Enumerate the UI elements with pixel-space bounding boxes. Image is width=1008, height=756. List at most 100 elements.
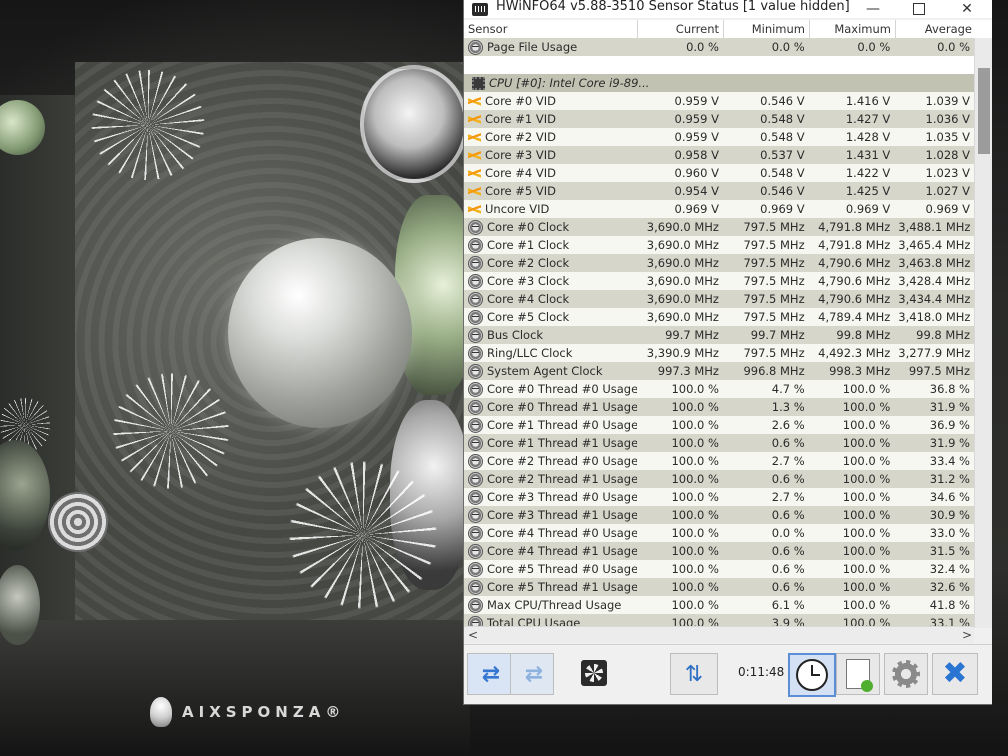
gauge-icon (468, 543, 483, 559)
sensor-average-value: 3,277.9 MHz (898, 346, 971, 360)
gauge-icon (468, 561, 483, 577)
sensor-maximum-value: 100.0 % (842, 508, 891, 522)
sensor-average-value: 31.9 % (929, 400, 970, 414)
close-sensors-button[interactable]: ✖ (932, 653, 978, 695)
sensor-minimum-value: 0.548 V (760, 166, 805, 180)
column-header-minimum[interactable]: Minimum (724, 20, 810, 38)
table-row[interactable]: Core #4 Clock 3,690.0 MHz 797.5 MHz 4,790.6… (464, 290, 974, 308)
sensor-current-value: 0.960 V (674, 166, 719, 180)
scroll-left-arrow-icon[interactable]: < (464, 628, 478, 642)
maximize-button[interactable] (896, 0, 942, 18)
horizontal-scrollbar[interactable]: < > (464, 626, 974, 643)
sensor-current-value: 100.0 % (671, 544, 719, 558)
sensor-maximum-value: 1.431 V (845, 148, 891, 162)
sensor-maximum-value: 100.0 % (842, 526, 891, 540)
network-button[interactable]: ⇅ (670, 653, 718, 695)
sensor-average-value: 0.0 % (937, 40, 970, 54)
clock-icon (796, 659, 828, 691)
table-row[interactable]: Core #1 Clock 3,690.0 MHz 797.5 MHz 4,791.8… (464, 236, 974, 254)
table-row-spacer (464, 56, 974, 74)
gauge-icon (468, 327, 483, 343)
nav-previous-button[interactable]: ⇄ (467, 653, 511, 695)
sensor-name: Ring/LLC Clock (487, 346, 573, 360)
table-row[interactable]: Core #5 Thread #0 Usage 100.0 % 0.6 % 100.0… (464, 560, 974, 578)
sensor-average-value: 3,465.4 MHz (898, 238, 971, 252)
vertical-scrollbar[interactable] (974, 38, 992, 628)
table-row[interactable]: Uncore VID 0.969 V 0.969 V 0.969 V 0.969 V (464, 200, 974, 218)
table-row[interactable]: Core #0 Clock 3,690.0 MHz 797.5 MHz 4,791.8… (464, 218, 974, 236)
table-row[interactable]: Core #1 VID 0.959 V 0.548 V 1.427 V 1.036 V (464, 110, 974, 128)
table-row[interactable]: Core #5 Clock 3,690.0 MHz 797.5 MHz 4,789.4… (464, 308, 974, 326)
sensor-average-value: 3,434.4 MHz (898, 292, 971, 306)
sensor-group-header[interactable]: CPU [#0]: Intel Core i9-89... (464, 74, 974, 92)
sensor-maximum-value: 1.422 V (845, 166, 891, 180)
table-row[interactable]: Core #2 Clock 3,690.0 MHz 797.5 MHz 4,790.6… (464, 254, 974, 272)
reset-timer-button[interactable] (788, 653, 836, 697)
maximize-icon (913, 3, 925, 15)
logging-button[interactable] (836, 653, 880, 695)
table-row[interactable]: Core #4 Thread #1 Usage 100.0 % 0.6 % 100.0… (464, 542, 974, 560)
table-row[interactable]: Core #2 Thread #1 Usage 100.0 % 0.6 % 100.0… (464, 470, 974, 488)
sensor-maximum-value: 0.0 % (857, 40, 891, 54)
network-icon: ⇅ (684, 661, 704, 687)
table-row[interactable]: System Agent Clock 997.3 MHz 996.8 MHz 998.… (464, 362, 974, 380)
vertical-scrollbar-thumb[interactable] (978, 68, 990, 154)
sensor-maximum-value: 0.969 V (845, 202, 891, 216)
sensor-current-value: 997.3 MHz (657, 364, 719, 378)
gauge-icon (468, 309, 483, 325)
close-button[interactable]: ✕ (944, 0, 990, 18)
settings-button[interactable] (884, 653, 928, 695)
sensor-minimum-value: 2.7 % (771, 454, 805, 468)
minimize-button[interactable]: — (850, 0, 896, 18)
table-row[interactable]: Core #3 Thread #0 Usage 100.0 % 2.7 % 100.0… (464, 488, 974, 506)
table-row[interactable]: Ring/LLC Clock 3,390.9 MHz 797.5 MHz 4,492.… (464, 344, 974, 362)
sensor-minimum-value: 797.5 MHz (743, 292, 805, 306)
table-row[interactable]: Core #0 VID 0.959 V 0.546 V 1.416 V 1.039 V (464, 92, 974, 110)
fan-control-button[interactable] (576, 653, 612, 693)
table-row[interactable]: Core #2 VID 0.959 V 0.548 V 1.428 V 1.035 V (464, 128, 974, 146)
table-row[interactable]: Core #4 VID 0.960 V 0.548 V 1.422 V 1.023 V (464, 164, 974, 182)
sensor-name: Core #3 Thread #1 Usage (487, 508, 638, 522)
sensor-average-value: 1.028 V (925, 148, 970, 162)
column-header-average[interactable]: Average (896, 20, 976, 38)
table-row[interactable]: Core #3 Clock 3,690.0 MHz 797.5 MHz 4,790.6… (464, 272, 974, 290)
scroll-right-arrow-icon[interactable]: > (962, 628, 974, 642)
sensor-name: Bus Clock (487, 328, 544, 342)
sensor-name: Core #1 VID (485, 112, 556, 126)
sensor-minimum-value: 0.0 % (771, 526, 805, 540)
sensor-current-value: 100.0 % (671, 418, 719, 432)
table-row[interactable]: Max CPU/Thread Usage 100.0 % 6.1 % 100.0 % 4… (464, 596, 974, 614)
table-row[interactable]: Core #0 Thread #0 Usage 100.0 % 4.7 % 100.0… (464, 380, 974, 398)
sensor-average-value: 31.2 % (929, 472, 970, 486)
table-row[interactable]: Page File Usage 0.0 % 0.0 % 0.0 % 0.0 % (464, 38, 974, 56)
sensor-minimum-value: 797.5 MHz (743, 220, 805, 234)
sensor-current-value: 100.0 % (671, 454, 719, 468)
voltage-icon (468, 202, 481, 216)
column-header-current[interactable]: Current (638, 20, 724, 38)
table-row[interactable]: Core #5 Thread #1 Usage 100.0 % 0.6 % 100.0… (464, 578, 974, 596)
table-row[interactable]: Core #4 Thread #0 Usage 100.0 % 0.0 % 100.0… (464, 524, 974, 542)
sensor-minimum-value: 0.6 % (771, 562, 805, 576)
hwinfo-sensor-window[interactable]: HWiNFO64 v5.88-3510 Sensor Status [1 val… (463, 0, 992, 705)
table-row[interactable]: Core #1 Thread #0 Usage 100.0 % 2.6 % 100.0… (464, 416, 974, 434)
table-row[interactable]: Core #3 VID 0.958 V 0.537 V 1.431 V 1.028 V (464, 146, 974, 164)
table-row[interactable]: Core #2 Thread #0 Usage 100.0 % 2.7 % 100.0… (464, 452, 974, 470)
sensor-name: Max CPU/Thread Usage (487, 598, 622, 612)
table-row[interactable]: Core #5 VID 0.954 V 0.546 V 1.425 V 1.027 V (464, 182, 974, 200)
table-row[interactable]: Bus Clock 99.7 MHz 99.7 MHz 99.8 MHz 99.8 MH… (464, 326, 974, 344)
column-header-maximum[interactable]: Maximum (810, 20, 896, 38)
wallpaper-floor (0, 620, 470, 756)
table-row[interactable]: Core #1 Thread #1 Usage 100.0 % 0.6 % 100.0… (464, 434, 974, 452)
column-header-sensor[interactable]: Sensor (464, 20, 638, 38)
table-row[interactable]: Core #3 Thread #1 Usage 100.0 % 0.6 % 100.0… (464, 506, 974, 524)
nav-next-button[interactable]: ⇄ (510, 653, 554, 695)
sensor-name: Core #4 VID (485, 166, 556, 180)
gauge-icon (468, 291, 483, 307)
gauge-icon (468, 219, 483, 235)
gauge-icon (468, 579, 483, 595)
sensor-maximum-value: 99.8 MHz (836, 328, 891, 342)
sensor-maximum-value: 4,791.8 MHz (818, 220, 891, 234)
window-titlebar[interactable]: HWiNFO64 v5.88-3510 Sensor Status [1 val… (464, 0, 992, 18)
table-row[interactable]: Core #0 Thread #1 Usage 100.0 % 1.3 % 100.0… (464, 398, 974, 416)
sensor-average-value: 3,428.4 MHz (898, 274, 971, 288)
